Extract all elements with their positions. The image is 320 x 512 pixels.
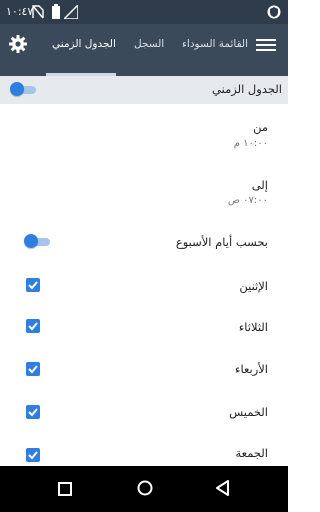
thursday-checkbox[interactable] <box>26 405 40 419</box>
status-bar: ١٠:٤٧ <box>0 0 288 24</box>
signal-icon <box>62 3 79 23</box>
menu-icon[interactable] <box>256 36 276 52</box>
system-nav-bar <box>0 466 288 512</box>
settings-gear-icon[interactable] <box>8 34 28 54</box>
tuesday-label: الثلاثاء <box>238 320 268 334</box>
tuesday-checkbox[interactable] <box>26 319 40 333</box>
status-time: ١٠:٤٧ <box>6 5 34 18</box>
vpn-shield-icon <box>267 4 281 24</box>
from-time-value: ١٠:٠٠ م <box>233 138 268 149</box>
to-time-value: ٠٧:٠٠ ص <box>227 195 268 206</box>
friday-checkbox[interactable] <box>26 448 40 462</box>
schedule-section-title: الجدول الزمني <box>212 82 282 96</box>
tab-schedule[interactable]: الجدول الزمني <box>52 38 116 50</box>
schedule-section-header: الجدول الزمني <box>0 76 288 104</box>
schedule-toggle[interactable] <box>10 82 36 96</box>
tab-log[interactable]: السجل <box>134 38 164 50</box>
tab-blacklist[interactable]: القائمة السوداء <box>182 38 248 50</box>
to-label: إلى <box>251 178 268 192</box>
app-toolbar: الجدول الزمني السجل القائمة السوداء <box>0 24 288 76</box>
no-sim-icon <box>32 4 44 23</box>
from-label: من <box>253 120 268 134</box>
friday-label: الجمعة <box>235 446 268 460</box>
wednesday-checkbox[interactable] <box>26 362 40 376</box>
battery-icon <box>52 4 60 23</box>
home-icon[interactable] <box>137 480 153 500</box>
monday-label: الإثنين <box>239 279 268 293</box>
recents-icon[interactable] <box>58 481 72 500</box>
monday-checkbox[interactable] <box>26 278 40 292</box>
back-icon[interactable] <box>216 480 230 500</box>
thursday-label: الخميس <box>229 405 268 419</box>
wednesday-label: الأربعاء <box>235 362 268 376</box>
by-weekdays-toggle[interactable] <box>24 234 50 248</box>
by-weekdays-label: بحسب أيام الأسبوع <box>175 235 268 249</box>
